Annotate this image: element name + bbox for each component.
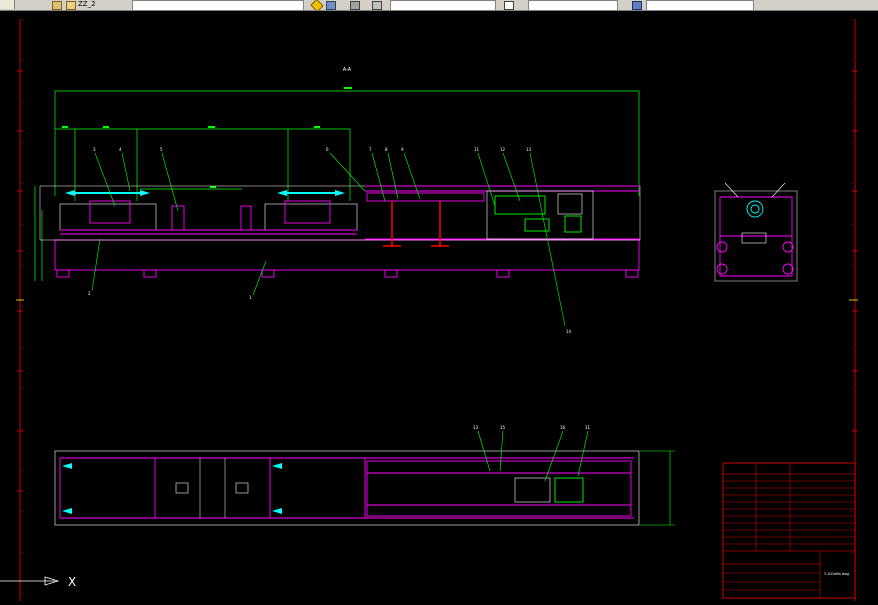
cad-drawing: A-A 3 4 5 6 7 8 9 11 12 13 2 1 14 13 15 … xyxy=(0,19,858,601)
callout-8: 8 xyxy=(385,147,388,152)
dim-text-4 xyxy=(314,126,320,128)
layer-previous-icon[interactable] xyxy=(326,1,336,10)
drawing-frame xyxy=(19,19,856,601)
front-dimension-text xyxy=(62,87,352,188)
side-wheel-2 xyxy=(782,241,794,253)
title-block xyxy=(722,462,856,599)
callout-13: 13 xyxy=(526,147,532,152)
foot-1 xyxy=(56,269,70,278)
section-view-label: A-A xyxy=(343,67,352,73)
dim-text-3 xyxy=(208,126,215,128)
plan-station-left xyxy=(59,457,156,519)
support-block-2 xyxy=(240,205,252,231)
drive-unit xyxy=(494,195,546,215)
front-callouts: 3 4 5 6 7 8 9 11 12 13 2 1 14 xyxy=(88,147,572,334)
motor-box xyxy=(557,193,583,215)
dim-text-1 xyxy=(62,126,68,128)
foot-6 xyxy=(625,269,639,278)
front-view xyxy=(39,185,641,278)
foot-5 xyxy=(496,269,510,278)
callout-14: 14 xyxy=(566,329,572,334)
side-spindle xyxy=(746,200,764,218)
side-wheel-3 xyxy=(716,263,728,275)
callout-6: 6 xyxy=(326,147,329,152)
ucs-x-label: X xyxy=(68,575,76,589)
drawing-title: Y-1D1e8b.dwg xyxy=(824,572,849,576)
color-dropdown[interactable] xyxy=(390,0,496,10)
cylinder-arrows xyxy=(65,190,345,196)
callout-11: 11 xyxy=(474,147,480,152)
dim-text-overall xyxy=(344,87,352,89)
callout-5: 5 xyxy=(160,147,163,152)
pump-unit xyxy=(564,215,582,233)
plan-callouts: 13 15 16 11 xyxy=(473,425,591,430)
callout-3: 3 xyxy=(93,147,96,152)
plan-motor xyxy=(554,477,584,503)
dim-text-5 xyxy=(210,186,216,188)
plan-outline xyxy=(54,450,640,526)
ucs-icon[interactable] xyxy=(0,576,60,586)
toolbar-file-label: ZZ_2 xyxy=(78,0,96,8)
properties-icon[interactable] xyxy=(350,1,360,10)
dim-text-2 xyxy=(103,126,109,128)
clamp-left xyxy=(89,200,131,224)
cad-toolbar: ZZ_2 xyxy=(0,0,878,11)
plan-gearbox xyxy=(514,477,551,503)
callout-4: 4 xyxy=(119,147,122,152)
station-left xyxy=(59,203,157,231)
folder-icon[interactable] xyxy=(66,1,76,10)
layer-state-icon[interactable] xyxy=(310,0,324,10)
foot-3 xyxy=(261,269,275,278)
plan-callout-11: 11 xyxy=(585,425,591,430)
plan-callout-13: 13 xyxy=(473,425,479,430)
callout-1: 1 xyxy=(249,295,252,300)
plan-station-right xyxy=(269,457,366,519)
leader-lines xyxy=(91,152,566,327)
toolbar-segment-left xyxy=(0,0,15,9)
callout-2: 2 xyxy=(88,291,91,296)
plan-block-2 xyxy=(235,482,249,494)
plot-style-icon[interactable] xyxy=(632,1,642,10)
side-view xyxy=(714,182,798,282)
side-wheel-1 xyxy=(716,241,728,253)
station-right xyxy=(264,203,358,231)
linetype-icon[interactable] xyxy=(504,1,514,10)
plan-block-1 xyxy=(175,482,189,494)
foot-4 xyxy=(384,269,398,278)
open-folder-icon[interactable] xyxy=(52,1,62,10)
foot-2 xyxy=(143,269,157,278)
side-wheel-4 xyxy=(782,263,794,275)
plan-rail-section xyxy=(366,460,632,517)
lineweight-dropdown[interactable] xyxy=(646,0,754,10)
plan-view xyxy=(54,450,675,526)
plan-arrows xyxy=(62,463,282,514)
callout-12: 12 xyxy=(500,147,506,152)
callout-7: 7 xyxy=(369,147,372,152)
callout-9: 9 xyxy=(401,147,404,152)
plan-leaders xyxy=(477,430,589,482)
linetype-dropdown[interactable] xyxy=(528,0,618,10)
match-properties-icon[interactable] xyxy=(372,1,382,10)
plan-callout-15: 15 xyxy=(500,425,506,430)
clamp-right xyxy=(284,200,331,224)
machine-bed xyxy=(54,239,640,271)
support-block-1 xyxy=(171,205,185,231)
layer-dropdown[interactable] xyxy=(132,0,304,10)
plan-callout-16: 16 xyxy=(560,425,566,430)
drawing-canvas[interactable]: A-A 3 4 5 6 7 8 9 11 12 13 2 1 14 13 15 … xyxy=(0,11,878,601)
